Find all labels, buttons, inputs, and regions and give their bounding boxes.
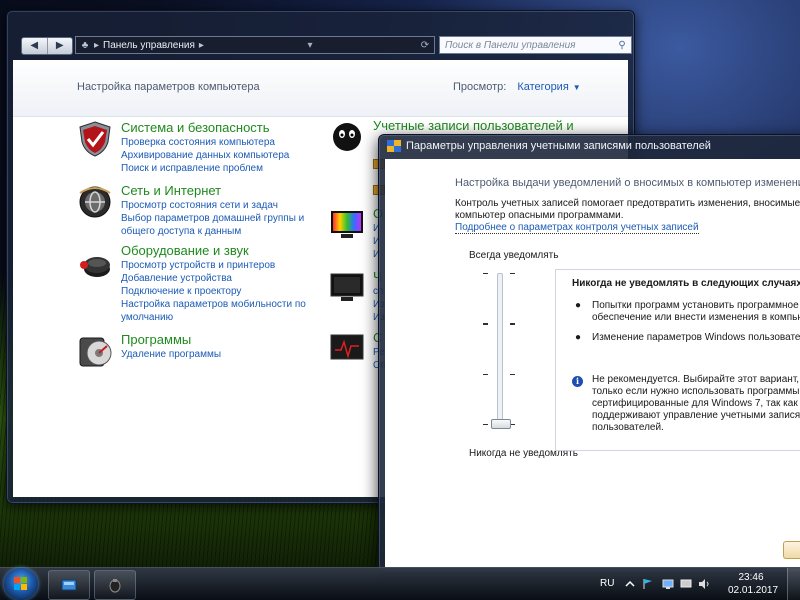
ok-button[interactable] <box>783 541 800 559</box>
list-item: ● Попытки программ установить программное… <box>575 300 800 323</box>
windows-logo-icon <box>14 577 28 591</box>
link-network-status[interactable]: Просмотр состояния сети и задач <box>121 199 304 212</box>
network-icon[interactable] <box>662 578 674 590</box>
address-chevron-icon[interactable]: ▸ <box>199 40 204 51</box>
slider-thumb[interactable] <box>491 419 511 429</box>
address-row: ◀ ▶ ♣ ▸ Панель управления ▸ ▾ ⟳ Поиск в … <box>13 33 632 59</box>
slider-top-label: Всегда уведомлять <box>469 250 559 261</box>
view-label: Просмотр: <box>453 81 507 93</box>
globe-icon <box>79 186 111 218</box>
info-heading: Никогда не уведомлять в следующих случая… <box>572 278 800 289</box>
address-path[interactable]: Панель управления <box>103 40 195 51</box>
level-info-panel: Никогда не уведомлять в следующих случая… <box>555 269 800 451</box>
slider-tick <box>510 323 515 325</box>
speaker-mouse-icon <box>80 257 110 277</box>
uac-description: Контроль учетных записей помогает предот… <box>455 198 800 221</box>
shield-icon <box>79 121 111 157</box>
bullet-icon: ● <box>575 332 582 343</box>
category-title[interactable]: Система и безопасность <box>121 120 270 135</box>
search-placeholder: Поиск в Панели управления <box>445 39 576 51</box>
forward-arrow-icon[interactable]: ▶ <box>48 38 73 54</box>
window-title-bar: Параметры управления учетными записями п… <box>387 140 711 152</box>
user-account-icon <box>333 123 361 151</box>
bullet-icon: ● <box>575 300 582 311</box>
info-icon: i <box>572 376 583 387</box>
info-note-text: Не рекомендуется. Выбирайте этот вариант… <box>592 374 800 433</box>
link-homegroup[interactable]: Выбор параметров домашней группы и <box>121 212 304 225</box>
taskbar-control-panel[interactable] <box>48 570 90 600</box>
address-bar[interactable]: ♣ ▸ Панель управления ▸ ▾ ⟳ <box>75 36 435 54</box>
taskbar: RU 23:46 02.01.2017 <box>0 567 800 600</box>
volume-icon[interactable] <box>698 578 710 590</box>
clock-time: 23:46 <box>738 572 764 583</box>
slider-track[interactable] <box>497 273 503 429</box>
view-dropdown[interactable]: Категория ▼ <box>517 81 580 93</box>
uac-content: Настройка выдачи уведомлений о вносимых … <box>385 159 800 567</box>
page-title: Настройка параметров компьютера <box>77 81 260 93</box>
address-dropdown-icon[interactable]: ▾ <box>301 40 319 51</box>
link-mobility[interactable]: Настройка параметров мобильности по <box>121 298 306 311</box>
link-homegroup-cont[interactable]: общего доступа к данным <box>121 225 304 238</box>
uac-shield-icon <box>387 140 401 152</box>
link-troubleshoot[interactable]: Поиск и исправление проблем <box>121 162 289 175</box>
clock-date: 02.01.2017 <box>728 585 779 596</box>
language-indicator[interactable]: RU <box>600 578 614 589</box>
link-uninstall[interactable]: Удаление программы <box>121 348 221 361</box>
category-title[interactable]: Программы <box>121 332 191 347</box>
start-button[interactable] <box>4 568 38 600</box>
info-bullet-list: ● Попытки программ установить программное… <box>572 300 800 352</box>
info-note: i Не рекомендуется. Выбирайте этот вариа… <box>572 374 800 434</box>
uac-shield-icon <box>109 579 121 593</box>
slider-tick <box>483 424 488 425</box>
link-projector[interactable]: Подключение к проектору <box>121 285 306 298</box>
uac-heading: Настройка выдачи уведомлений о вносимых … <box>455 177 800 189</box>
chevron-up-icon[interactable] <box>624 578 636 590</box>
search-input[interactable]: Поиск в Панели управления ⚲ <box>439 36 632 54</box>
taskbar-uac[interactable] <box>94 570 136 600</box>
monitor-pulse-icon <box>330 334 364 360</box>
address-chevron-icon[interactable]: ▸ <box>94 40 99 51</box>
slider-tick <box>483 323 488 325</box>
uac-level-slider[interactable] <box>479 271 521 431</box>
nav-buttons: ◀ ▶ <box>21 37 73 55</box>
list-item: ● Изменение параметров Windows пользовате… <box>575 332 800 343</box>
category-title[interactable]: Учетные записи пользователей и <box>373 118 574 133</box>
slider-tick <box>483 374 488 375</box>
content-header: Настройка параметров компьютера Просмотр… <box>13 60 628 117</box>
flag-icon[interactable] <box>642 578 654 590</box>
slider-tick <box>510 273 515 274</box>
back-arrow-icon[interactable]: ◀ <box>22 38 48 54</box>
system-clock[interactable]: 23:46 02.01.2017 <box>728 571 779 597</box>
control-panel-icon <box>61 579 77 591</box>
window-title: Параметры управления учетными записями п… <box>406 140 711 152</box>
category-title[interactable]: Сеть и Интернет <box>121 183 221 198</box>
link-add-device[interactable]: Добавление устройства <box>121 272 306 285</box>
refresh-icon[interactable]: ⟳ <box>416 40 434 51</box>
search-icon[interactable]: ⚲ <box>613 40 631 51</box>
uac-learn-more-link[interactable]: Подробнее о параметрах контроля учетных … <box>455 222 699 234</box>
programs-disc-icon <box>79 337 112 367</box>
link-backup[interactable]: Архивирование данных компьютера <box>121 149 289 162</box>
link-mobility-cont[interactable]: умолчанию <box>121 311 306 324</box>
control-panel-icon: ♣ <box>81 39 89 51</box>
link-devices-printers[interactable]: Просмотр устройств и принтеров <box>121 259 306 272</box>
slider-tick <box>483 273 488 274</box>
link-check-status[interactable]: Проверка состояния компьютера <box>121 136 289 149</box>
monitor-dark-icon <box>330 273 364 301</box>
show-desktop-button[interactable] <box>787 568 800 600</box>
monitor-rainbow-icon <box>331 211 363 238</box>
monitor-icon[interactable] <box>680 578 692 590</box>
chevron-down-icon: ▼ <box>572 83 581 92</box>
uac-settings-window: Параметры управления учетными записями п… <box>378 134 800 572</box>
category-title[interactable]: Оборудование и звук <box>121 243 249 258</box>
slider-tick <box>510 374 515 375</box>
view-by: Просмотр: Категория ▼ <box>453 81 581 93</box>
